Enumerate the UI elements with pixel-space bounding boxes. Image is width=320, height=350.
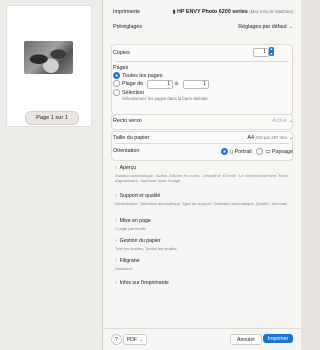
portrait-label: Portrait [234, 148, 252, 155]
help-label: ? [115, 336, 118, 343]
stepper-arrows-icon: ▴ ▾ [270, 46, 273, 56]
copies-label: Copies [113, 50, 130, 56]
footer-divider [103, 328, 301, 329]
chevron-right-icon: › [115, 238, 117, 244]
pages-label: Pages [113, 65, 129, 71]
paper-select[interactable]: A4 210 par 297 mm ⌄ [247, 135, 293, 141]
printer-label: Imprimante [113, 9, 140, 15]
radio-icon [113, 89, 120, 96]
copies-field[interactable]: 1 [253, 48, 269, 57]
section-desc: Alimentation : Sélection automatique, Ty… [115, 201, 288, 206]
radio-selected-icon [221, 148, 229, 155]
orientation-landscape[interactable]: ▭ Paysage [256, 148, 293, 155]
section-title: Filigrane [119, 258, 140, 264]
copies-stepper[interactable]: ▴ ▾ [269, 46, 274, 56]
section-apercu[interactable]: › Aperçu Rotation automatique : Activé, A… [115, 165, 293, 183]
duplex-select[interactable]: Activé ⌄ [272, 118, 293, 124]
section-desc: Désactivé [115, 266, 133, 271]
presets-value: Réglages par défaut [238, 24, 287, 30]
cancel-label: Annuler [237, 336, 255, 343]
orientation-options: ▯ Portrait ▭ Paysage [221, 148, 293, 155]
section-infos-imprimante[interactable]: › Infos sur l'imprimante [115, 280, 293, 286]
presets-label: Préréglages [113, 24, 143, 30]
chevron-down-icon: ⌄ [139, 336, 144, 343]
portrait-icon: ▯ [230, 148, 234, 155]
chevron-right-icon: › [115, 218, 117, 224]
chevron-down-icon: ⌄ [288, 24, 293, 30]
print-label: Imprimer [267, 335, 289, 342]
page-indicator: Page 1 sur 1 [25, 111, 79, 125]
section-gestion-papier[interactable]: › Gestion du papier Trier les feuilles, T… [115, 238, 293, 251]
section-filigrane[interactable]: › Filigrane Désactivé [115, 258, 293, 271]
page-indicator-label: Page 1 sur 1 [36, 115, 68, 121]
chevron-down-icon: ⌄ [288, 118, 293, 124]
pages-all-option[interactable]: Toutes les pages [113, 72, 293, 79]
pages-selection-option[interactable]: Sélection [113, 89, 293, 96]
pages-all-label: Toutes les pages [122, 72, 163, 79]
paper-dims: 210 par 297 mm [255, 135, 287, 140]
help-button[interactable]: ? [111, 334, 122, 345]
paper-label: Taille du papier [113, 135, 150, 141]
paper-value: A4 [247, 135, 254, 141]
section-title: Aperçu [119, 165, 137, 171]
preview-image [24, 41, 73, 74]
range-to-field[interactable]: 1 [183, 80, 209, 89]
printer-select[interactable]: ▮ HP ENVY Photo 6200 series (Mac mini de… [173, 9, 293, 15]
radio-selected-icon [113, 72, 120, 79]
landscape-label: Paysage [272, 148, 293, 155]
section-support-qualite[interactable]: › Support et qualité Alimentation : Sélec… [115, 193, 293, 206]
pages-range-label: Plage de [122, 80, 144, 87]
printer-note: (Mac mini de Matthieu) [249, 9, 293, 14]
pages-selection-hint: Sélectionnez les pages dans la barre lat… [122, 96, 208, 101]
chevron-right-icon: › [115, 165, 117, 171]
range-to-label: à [175, 81, 178, 87]
preview-pane: Page 1 sur 1 [0, 0, 102, 350]
cancel-button[interactable]: Annuler [230, 334, 262, 345]
landscape-icon: ▭ [265, 148, 271, 155]
printer-row[interactable]: Imprimante ▮ HP ENVY Photo 6200 series (… [113, 9, 293, 17]
printer-icon: ▮ [172, 9, 176, 15]
chevron-right-icon: › [115, 258, 117, 264]
range-from-field[interactable]: 1 [147, 80, 173, 89]
section-title: Support et qualité [119, 193, 161, 199]
chevron-right-icon: › [115, 193, 117, 199]
divider [115, 143, 289, 144]
print-button[interactable]: Imprimer [263, 334, 293, 343]
radio-icon [256, 148, 264, 155]
orientation-portrait[interactable]: ▯ Portrait [221, 148, 252, 155]
section-desc: 1 page par feuille [115, 226, 146, 231]
print-dialog: Imprimante ▮ HP ENVY Photo 6200 series (… [102, 0, 301, 350]
duplex-label: Recto verso [113, 118, 142, 124]
section-title: Infos sur l'imprimante [119, 280, 169, 286]
section-title: Gestion du papier [119, 238, 161, 244]
section-desc: Rotation automatique : Activé, Afficher … [115, 173, 289, 183]
section-title: Mise en page [119, 218, 151, 224]
chevron-right-icon: › [115, 280, 117, 286]
duplex-value: Activé [272, 118, 287, 124]
section-desc: Trier les feuilles, Toutes les feuilles [115, 246, 177, 251]
pdf-label: PDF [126, 336, 138, 343]
orientation-label: Orientation [113, 148, 140, 154]
divider [115, 61, 289, 62]
radio-icon [113, 80, 120, 87]
section-mise-en-page[interactable]: › Mise en page 1 page par feuille [115, 218, 293, 231]
presets-select[interactable]: Réglages par défaut ⌄ [238, 24, 293, 30]
page-preview [7, 6, 91, 126]
printer-name: HP ENVY Photo 6200 series [176, 9, 248, 15]
pdf-menu-button[interactable]: PDF ⌄ [123, 334, 147, 345]
chevron-down-icon: ⌄ [288, 135, 293, 141]
presets-row[interactable]: Préréglages Réglages par défaut ⌄ [113, 24, 293, 32]
